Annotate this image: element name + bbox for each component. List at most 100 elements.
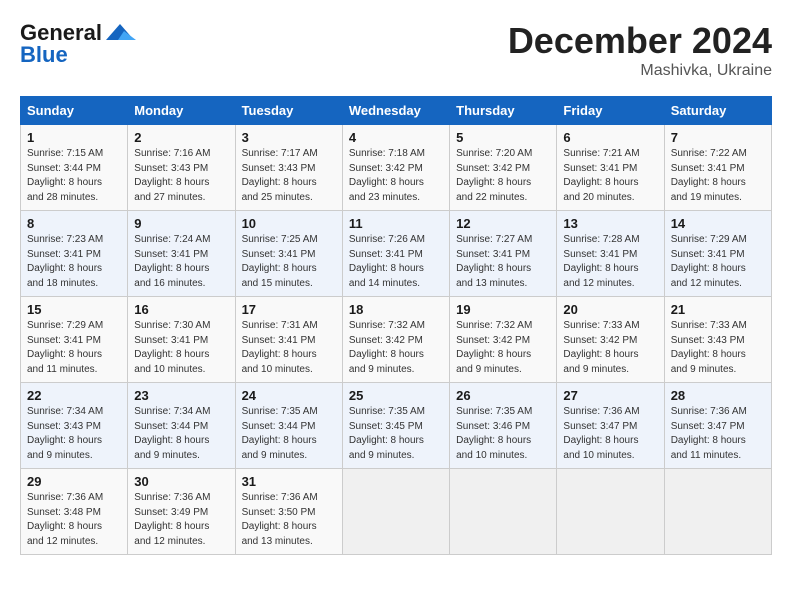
column-header-wednesday: Wednesday: [342, 97, 449, 125]
day-cell: [342, 469, 449, 555]
day-number: 25: [349, 388, 443, 403]
day-detail: Sunrise: 7:30 AMSunset: 3:41 PMDaylight:…: [134, 320, 210, 375]
day-cell: 19 Sunrise: 7:32 AMSunset: 3:42 PMDaylig…: [450, 297, 557, 383]
day-detail: Sunrise: 7:33 AMSunset: 3:43 PMDaylight:…: [671, 320, 747, 375]
day-number: 7: [671, 130, 765, 145]
day-detail: Sunrise: 7:18 AMSunset: 3:42 PMDaylight:…: [349, 148, 425, 203]
day-number: 20: [563, 302, 657, 317]
day-cell: 8 Sunrise: 7:23 AMSunset: 3:41 PMDayligh…: [21, 211, 128, 297]
day-number: 31: [242, 474, 336, 489]
day-cell: 14 Sunrise: 7:29 AMSunset: 3:41 PMDaylig…: [664, 211, 771, 297]
day-detail: Sunrise: 7:28 AMSunset: 3:41 PMDaylight:…: [563, 234, 639, 289]
day-detail: Sunrise: 7:36 AMSunset: 3:49 PMDaylight:…: [134, 492, 210, 547]
day-cell: 15 Sunrise: 7:29 AMSunset: 3:41 PMDaylig…: [21, 297, 128, 383]
day-cell: 24 Sunrise: 7:35 AMSunset: 3:44 PMDaylig…: [235, 383, 342, 469]
day-cell: 16 Sunrise: 7:30 AMSunset: 3:41 PMDaylig…: [128, 297, 235, 383]
day-detail: Sunrise: 7:29 AMSunset: 3:41 PMDaylight:…: [27, 320, 103, 375]
day-detail: Sunrise: 7:32 AMSunset: 3:42 PMDaylight:…: [456, 320, 532, 375]
day-cell: 9 Sunrise: 7:24 AMSunset: 3:41 PMDayligh…: [128, 211, 235, 297]
day-cell: 23 Sunrise: 7:34 AMSunset: 3:44 PMDaylig…: [128, 383, 235, 469]
week-row-1: 1 Sunrise: 7:15 AMSunset: 3:44 PMDayligh…: [21, 125, 772, 211]
day-number: 24: [242, 388, 336, 403]
day-detail: Sunrise: 7:36 AMSunset: 3:50 PMDaylight:…: [242, 492, 318, 547]
week-row-3: 15 Sunrise: 7:29 AMSunset: 3:41 PMDaylig…: [21, 297, 772, 383]
day-number: 8: [27, 216, 121, 231]
logo-icon: [102, 22, 138, 44]
day-cell: 18 Sunrise: 7:32 AMSunset: 3:42 PMDaylig…: [342, 297, 449, 383]
day-number: 21: [671, 302, 765, 317]
column-header-friday: Friday: [557, 97, 664, 125]
day-cell: 12 Sunrise: 7:27 AMSunset: 3:41 PMDaylig…: [450, 211, 557, 297]
day-number: 28: [671, 388, 765, 403]
day-number: 16: [134, 302, 228, 317]
day-cell: 2 Sunrise: 7:16 AMSunset: 3:43 PMDayligh…: [128, 125, 235, 211]
day-detail: Sunrise: 7:25 AMSunset: 3:41 PMDaylight:…: [242, 234, 318, 289]
day-number: 6: [563, 130, 657, 145]
day-detail: Sunrise: 7:33 AMSunset: 3:42 PMDaylight:…: [563, 320, 639, 375]
day-cell: 17 Sunrise: 7:31 AMSunset: 3:41 PMDaylig…: [235, 297, 342, 383]
day-cell: [664, 469, 771, 555]
day-detail: Sunrise: 7:35 AMSunset: 3:46 PMDaylight:…: [456, 406, 532, 461]
day-cell: 22 Sunrise: 7:34 AMSunset: 3:43 PMDaylig…: [21, 383, 128, 469]
day-cell: 21 Sunrise: 7:33 AMSunset: 3:43 PMDaylig…: [664, 297, 771, 383]
day-cell: [557, 469, 664, 555]
day-number: 9: [134, 216, 228, 231]
day-detail: Sunrise: 7:22 AMSunset: 3:41 PMDaylight:…: [671, 148, 747, 203]
day-number: 10: [242, 216, 336, 231]
column-header-sunday: Sunday: [21, 97, 128, 125]
logo: General Blue: [20, 20, 138, 68]
day-number: 15: [27, 302, 121, 317]
day-cell: 29 Sunrise: 7:36 AMSunset: 3:48 PMDaylig…: [21, 469, 128, 555]
day-detail: Sunrise: 7:32 AMSunset: 3:42 PMDaylight:…: [349, 320, 425, 375]
day-cell: 5 Sunrise: 7:20 AMSunset: 3:42 PMDayligh…: [450, 125, 557, 211]
day-number: 23: [134, 388, 228, 403]
day-number: 17: [242, 302, 336, 317]
day-number: 12: [456, 216, 550, 231]
day-cell: 7 Sunrise: 7:22 AMSunset: 3:41 PMDayligh…: [664, 125, 771, 211]
day-cell: 31 Sunrise: 7:36 AMSunset: 3:50 PMDaylig…: [235, 469, 342, 555]
day-cell: 20 Sunrise: 7:33 AMSunset: 3:42 PMDaylig…: [557, 297, 664, 383]
day-number: 29: [27, 474, 121, 489]
day-detail: Sunrise: 7:34 AMSunset: 3:44 PMDaylight:…: [134, 406, 210, 461]
day-cell: 10 Sunrise: 7:25 AMSunset: 3:41 PMDaylig…: [235, 211, 342, 297]
day-cell: 30 Sunrise: 7:36 AMSunset: 3:49 PMDaylig…: [128, 469, 235, 555]
day-detail: Sunrise: 7:27 AMSunset: 3:41 PMDaylight:…: [456, 234, 532, 289]
day-number: 1: [27, 130, 121, 145]
day-number: 19: [456, 302, 550, 317]
day-detail: Sunrise: 7:31 AMSunset: 3:41 PMDaylight:…: [242, 320, 318, 375]
day-number: 26: [456, 388, 550, 403]
day-detail: Sunrise: 7:15 AMSunset: 3:44 PMDaylight:…: [27, 148, 103, 203]
day-detail: Sunrise: 7:23 AMSunset: 3:41 PMDaylight:…: [27, 234, 103, 289]
day-detail: Sunrise: 7:21 AMSunset: 3:41 PMDaylight:…: [563, 148, 639, 203]
title-area: December 2024 Mashivka, Ukraine: [508, 20, 772, 80]
column-header-saturday: Saturday: [664, 97, 771, 125]
day-number: 22: [27, 388, 121, 403]
day-number: 4: [349, 130, 443, 145]
week-row-4: 22 Sunrise: 7:34 AMSunset: 3:43 PMDaylig…: [21, 383, 772, 469]
day-cell: 4 Sunrise: 7:18 AMSunset: 3:42 PMDayligh…: [342, 125, 449, 211]
day-detail: Sunrise: 7:24 AMSunset: 3:41 PMDaylight:…: [134, 234, 210, 289]
day-number: 27: [563, 388, 657, 403]
day-number: 2: [134, 130, 228, 145]
day-cell: 1 Sunrise: 7:15 AMSunset: 3:44 PMDayligh…: [21, 125, 128, 211]
day-cell: 26 Sunrise: 7:35 AMSunset: 3:46 PMDaylig…: [450, 383, 557, 469]
day-number: 14: [671, 216, 765, 231]
month-title: December 2024: [508, 20, 772, 62]
day-number: 18: [349, 302, 443, 317]
day-detail: Sunrise: 7:36 AMSunset: 3:48 PMDaylight:…: [27, 492, 103, 547]
day-detail: Sunrise: 7:26 AMSunset: 3:41 PMDaylight:…: [349, 234, 425, 289]
week-row-5: 29 Sunrise: 7:36 AMSunset: 3:48 PMDaylig…: [21, 469, 772, 555]
day-detail: Sunrise: 7:35 AMSunset: 3:44 PMDaylight:…: [242, 406, 318, 461]
logo-blue: Blue: [20, 42, 68, 68]
column-header-thursday: Thursday: [450, 97, 557, 125]
day-cell: 6 Sunrise: 7:21 AMSunset: 3:41 PMDayligh…: [557, 125, 664, 211]
day-number: 30: [134, 474, 228, 489]
location: Mashivka, Ukraine: [508, 62, 772, 80]
day-detail: Sunrise: 7:34 AMSunset: 3:43 PMDaylight:…: [27, 406, 103, 461]
day-number: 13: [563, 216, 657, 231]
header: General Blue December 2024 Mashivka, Ukr…: [20, 20, 772, 80]
week-row-2: 8 Sunrise: 7:23 AMSunset: 3:41 PMDayligh…: [21, 211, 772, 297]
day-number: 11: [349, 216, 443, 231]
day-detail: Sunrise: 7:29 AMSunset: 3:41 PMDaylight:…: [671, 234, 747, 289]
day-number: 3: [242, 130, 336, 145]
